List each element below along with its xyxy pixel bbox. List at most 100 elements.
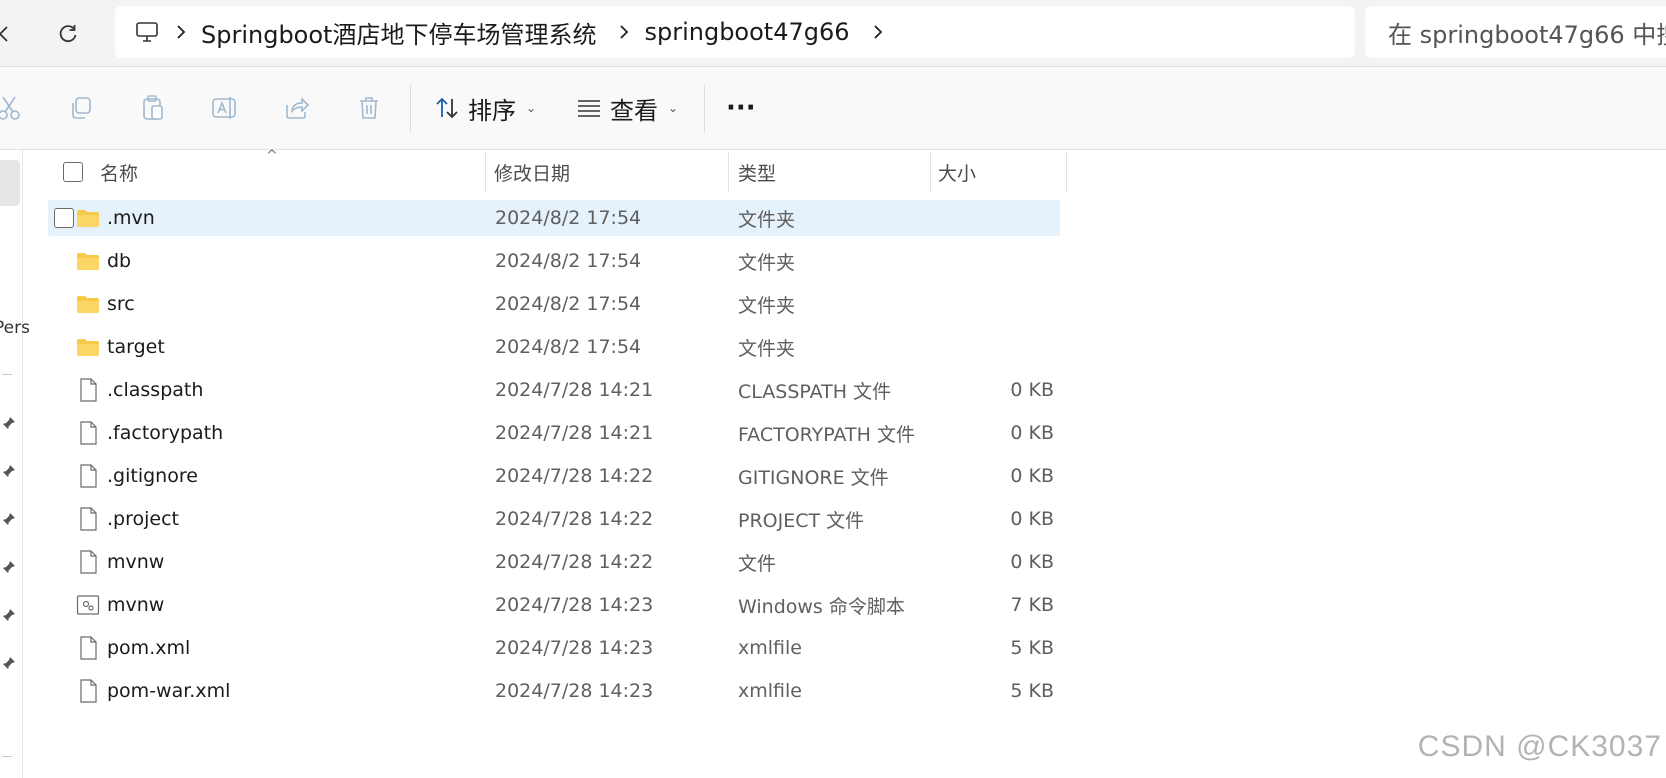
toolbar-divider — [410, 85, 411, 133]
pin-icon[interactable] — [2, 608, 16, 622]
file-size: 0 KB — [1010, 551, 1054, 573]
file-size: 0 KB — [1010, 508, 1054, 530]
file-type: 文件 — [738, 552, 777, 575]
copy-icon[interactable] — [64, 91, 98, 125]
back-button[interactable] — [0, 16, 22, 52]
table-row[interactable]: .classpath 2024/7/28 14:21 CLASSPATH 文件 0 K… — [48, 372, 1060, 408]
file-modified-date: 2024/8/2 17:54 — [495, 250, 642, 272]
table-row[interactable]: .project 2024/7/28 14:22 PROJECT 文件 0 KB — [48, 501, 1060, 537]
column-header-name[interactable]: 名称 — [100, 150, 138, 194]
sort-button[interactable]: 排序 ⌄ — [434, 87, 536, 129]
pin-icon[interactable] — [2, 512, 16, 526]
nav-item-label[interactable]: Pers — [0, 318, 30, 338]
column-divider[interactable] — [930, 152, 931, 192]
file-name[interactable]: pom-war.xml — [107, 673, 230, 709]
file-icon — [76, 544, 100, 580]
navigation-pane[interactable]: Pers — [0, 150, 30, 778]
rename-icon[interactable] — [208, 91, 242, 125]
file-type: 文件夹 — [738, 337, 796, 360]
script-icon — [76, 587, 100, 623]
chevron-right-icon[interactable] — [604, 24, 644, 40]
nav-divider — [2, 374, 12, 375]
checkbox[interactable] — [54, 208, 74, 228]
breadcrumb-item-project[interactable]: Springboot酒店地下停车场管理系统 — [201, 15, 596, 50]
checkbox[interactable] — [63, 162, 83, 182]
table-row[interactable]: .mvn 2024/8/2 17:54 文件夹 — [48, 200, 1060, 236]
column-header-modified[interactable]: 修改日期 — [494, 150, 570, 194]
folder-icon — [76, 200, 100, 236]
file-type: 文件夹 — [738, 208, 796, 231]
file-explorer-window: Springboot酒店地下停车场管理系统 springboot47g66 在 … — [0, 0, 1666, 778]
view-list-icon — [578, 100, 600, 117]
breadcrumb-item-folder[interactable]: springboot47g66 — [644, 18, 849, 46]
file-name[interactable]: mvnw — [107, 544, 164, 580]
paste-icon[interactable] — [136, 91, 170, 125]
file-name[interactable]: src — [107, 286, 135, 322]
file-name[interactable]: .factorypath — [107, 415, 223, 451]
nav-selected-item[interactable] — [0, 160, 20, 206]
column-header-modified-label: 修改日期 — [494, 162, 571, 185]
refresh-button[interactable] — [50, 16, 86, 52]
table-row[interactable]: mvnw 2024/7/28 14:23 Windows 命令脚本 7 KB — [48, 587, 1060, 623]
file-modified-date: 2024/7/28 14:21 — [495, 379, 654, 401]
table-row[interactable]: target 2024/8/2 17:54 文件夹 — [48, 329, 1060, 365]
table-row[interactable]: pom-war.xml 2024/7/28 14:23 xmlfile 5 KB — [48, 673, 1060, 709]
pin-icon[interactable] — [2, 560, 16, 574]
file-type: FACTORYPATH 文件 — [738, 423, 915, 446]
table-row[interactable]: .factorypath 2024/7/28 14:21 FACTORYPATH 文… — [48, 415, 1060, 451]
column-header-size[interactable]: 大小 — [938, 150, 976, 194]
column-header-type[interactable]: 类型 — [738, 150, 776, 194]
file-size — [948, 286, 1054, 322]
sort-icon — [436, 97, 458, 119]
table-row[interactable]: mvnw 2024/7/28 14:22 文件 0 KB — [48, 544, 1060, 580]
cut-icon[interactable] — [0, 91, 26, 125]
file-name[interactable]: .gitignore — [107, 458, 198, 494]
pin-icon[interactable] — [2, 464, 16, 478]
chevron-right-icon[interactable] — [858, 24, 898, 40]
more-options-button[interactable]: ··· — [726, 87, 756, 129]
file-name[interactable]: .classpath — [107, 372, 203, 408]
file-name[interactable]: db — [107, 243, 131, 279]
file-type: PROJECT 文件 — [738, 509, 865, 532]
column-header-size-label: 大小 — [938, 162, 977, 185]
file-icon — [76, 372, 100, 408]
share-icon[interactable] — [280, 91, 314, 125]
pin-icon[interactable] — [2, 656, 16, 670]
column-divider[interactable] — [1066, 152, 1067, 192]
search-input[interactable]: 在 springboot47g66 中搜 — [1365, 6, 1666, 58]
file-size: 0 KB — [1010, 422, 1054, 444]
file-icon — [76, 630, 100, 666]
pin-icon[interactable] — [2, 416, 16, 430]
file-size: 0 KB — [1010, 379, 1054, 401]
file-modified-date: 2024/8/2 17:54 — [495, 207, 642, 229]
delete-icon[interactable] — [352, 91, 386, 125]
chevron-right-icon[interactable] — [161, 24, 201, 40]
row-checkbox[interactable] — [54, 200, 74, 236]
table-row[interactable]: db 2024/8/2 17:54 文件夹 — [48, 243, 1060, 279]
file-size — [948, 243, 1054, 279]
more-icon: ··· — [726, 93, 756, 123]
file-name[interactable]: .project — [107, 501, 179, 537]
file-name[interactable]: .mvn — [107, 200, 155, 236]
file-size — [948, 200, 1054, 236]
address-bar-row: Springboot酒店地下停车场管理系统 springboot47g66 在 … — [0, 0, 1666, 67]
file-modified-date: 2024/7/28 14:23 — [495, 680, 654, 702]
file-type: GITIGNORE 文件 — [738, 466, 889, 489]
column-divider[interactable] — [485, 152, 486, 192]
table-row[interactable]: pom.xml 2024/7/28 14:23 xmlfile 5 KB — [48, 630, 1060, 666]
folder-icon — [76, 243, 100, 279]
table-row[interactable]: src 2024/8/2 17:54 文件夹 — [48, 286, 1060, 322]
select-all-checkbox[interactable] — [63, 150, 83, 194]
file-name[interactable]: target — [107, 329, 165, 365]
file-name[interactable]: pom.xml — [107, 630, 190, 666]
file-modified-date: 2024/7/28 14:21 — [495, 422, 654, 444]
file-name[interactable]: mvnw — [107, 587, 164, 623]
this-pc-icon[interactable] — [133, 18, 161, 46]
breadcrumb[interactable]: Springboot酒店地下停车场管理系统 springboot47g66 — [115, 6, 1355, 58]
column-header-type-label: 类型 — [738, 162, 777, 185]
column-divider[interactable] — [728, 152, 729, 192]
file-modified-date: 2024/7/28 14:23 — [495, 637, 654, 659]
table-row[interactable]: .gitignore 2024/7/28 14:22 GITIGNORE 文件 0 K… — [48, 458, 1060, 494]
view-button[interactable]: 查看 ⌄ — [576, 87, 678, 129]
file-type: Windows 命令脚本 — [738, 595, 905, 618]
